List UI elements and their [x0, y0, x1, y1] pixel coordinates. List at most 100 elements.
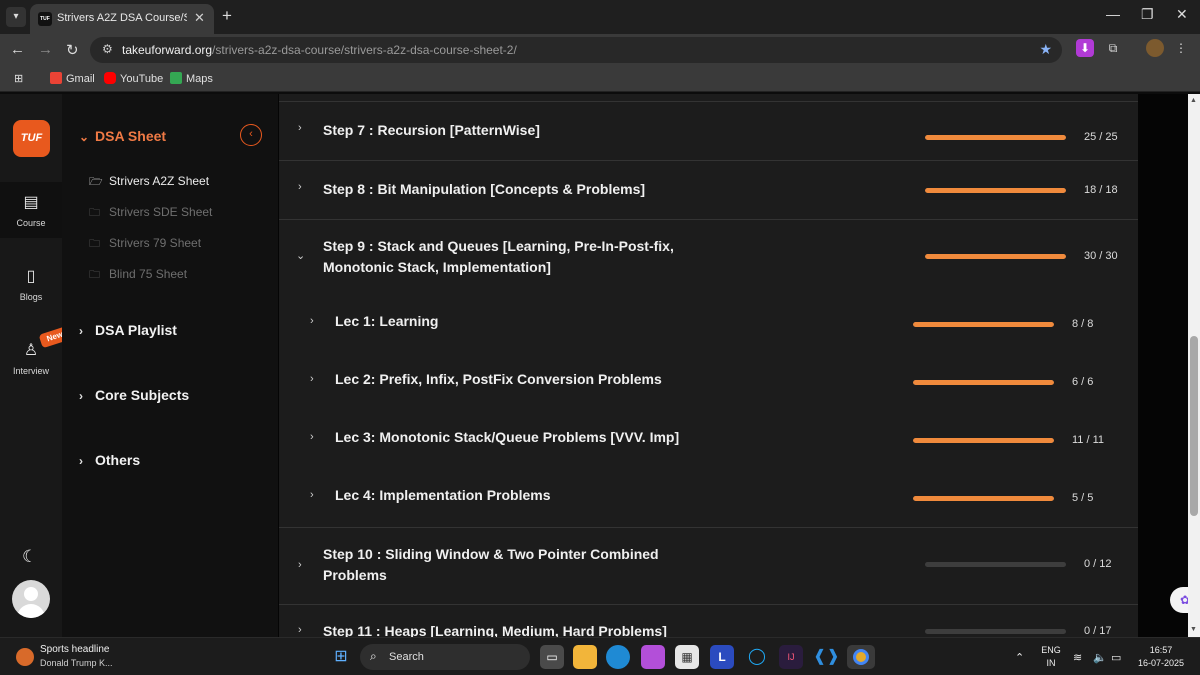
lecture-count: 8 / 8 [1072, 318, 1094, 330]
sidebar-section-core-subjects[interactable]: › Core Subjects [79, 387, 189, 403]
sidebar-item-strivers-79-sheet[interactable]: 🗀 Strivers 79 Sheet [89, 235, 201, 254]
youtube-icon [104, 72, 116, 84]
scroll-down-icon[interactable]: ▼ [1190, 626, 1197, 633]
reload-icon[interactable]: ↻ [66, 41, 79, 59]
rail-item-course[interactable]: ▤ Course [0, 182, 62, 238]
taskbar-search[interactable]: ⌕ Search [360, 644, 530, 670]
address-bar[interactable]: ⚙ takeuforward.org/strivers-a2z-dsa-cour… [90, 37, 1062, 63]
search-icon: ⌕ [370, 649, 377, 663]
new-tab-icon[interactable]: + [222, 6, 232, 26]
search-label: Search [389, 651, 424, 663]
copilot-icon[interactable] [641, 645, 665, 669]
vscode-icon[interactable]: ❰❱ [813, 645, 840, 669]
blogs-icon: ▯ [26, 268, 36, 285]
step-title-line-2: Monotonic Stack, Implementation] [323, 259, 551, 275]
chevron-right-icon: › [310, 315, 314, 327]
tab-search-icon[interactable]: ▾ [6, 7, 26, 27]
clock-date[interactable]: 16-07-2025 [1135, 658, 1187, 668]
extensions-icon[interactable]: ⧉ [1104, 39, 1122, 57]
step-row-10[interactable]: › Step 10 : Sliding Window & Two Pointer… [279, 528, 1138, 605]
scrollbar-thumb[interactable] [1190, 336, 1198, 516]
l-app-icon[interactable]: L [710, 645, 734, 669]
step-row-8[interactable]: › Step 8 : Bit Manipulation [Concepts & … [279, 161, 1138, 220]
folder-open-icon: 🗁 [89, 176, 103, 188]
rail-item-label: Blogs [19, 292, 43, 302]
bookmark-gmail[interactable]: Gmail [50, 72, 95, 85]
step-count: 25 / 25 [1084, 131, 1118, 143]
alexa-icon[interactable]: ◯ [745, 645, 769, 669]
chrome-icon[interactable] [847, 645, 875, 669]
rail-item-interview[interactable]: ♙ Interview [0, 340, 62, 376]
battery-icon[interactable]: ▭ [1111, 651, 1121, 664]
volume-icon[interactable]: 🔈 [1093, 651, 1107, 664]
language-bottom[interactable]: IN [1040, 658, 1062, 668]
page-scrollbar[interactable]: ▲ ▼ [1188, 94, 1200, 637]
sidebar-item-blind-75-sheet[interactable]: 🗀 Blind 75 Sheet [89, 266, 187, 285]
step-row-previous [279, 94, 1138, 102]
folder-icon: 🗀 [89, 269, 100, 281]
apps-grid-icon[interactable]: ⊞ [14, 72, 23, 85]
wifi-icon[interactable]: ≋ [1073, 651, 1082, 664]
lecture-count: 6 / 6 [1072, 376, 1094, 388]
sidebar-section-others[interactable]: › Others [79, 452, 140, 468]
bookmark-maps[interactable]: Maps [170, 72, 213, 85]
news-icon[interactable] [16, 648, 34, 666]
rail-item-label: Course [16, 218, 46, 228]
sidebar-item-strivers-sde-sheet[interactable]: 🗀 Strivers SDE Sheet [89, 204, 212, 223]
restore-icon[interactable]: ❐ [1141, 6, 1154, 23]
download-extension-icon[interactable]: ⬇ [1076, 39, 1094, 57]
chevron-down-icon: ⌄ [79, 130, 90, 144]
step-row-7[interactable]: › Step 7 : Recursion [PatternWise] 25 / … [279, 102, 1138, 161]
lecture-title: Lec 3: Monotonic Stack/Queue Problems [V… [335, 429, 680, 445]
tuf-logo[interactable]: TUF [13, 120, 50, 157]
step-row-11[interactable]: › Step 11 : Heaps [Learning, Medium, Har… [279, 605, 1138, 637]
chevron-down-icon: ⌄ [296, 250, 306, 262]
bookmark-star-icon[interactable]: ★ [1039, 41, 1052, 58]
step-header[interactable]: ⌄ Step 9 : Stack and Queues [Learning, P… [279, 220, 1138, 292]
sidebar-section-dsa-sheet[interactable]: ⌄ DSA Sheet [79, 128, 166, 144]
forward-icon[interactable]: → [38, 41, 53, 58]
edge-icon[interactable] [606, 645, 630, 669]
sidebar-item-strivers-a2z-sheet[interactable]: 🗁 Strivers A2Z Sheet [89, 173, 209, 192]
lecture-row-3[interactable]: › Lec 3: Monotonic Stack/Queue Problems … [279, 422, 1138, 452]
bookmark-youtube[interactable]: YouTube [104, 72, 163, 85]
user-avatar[interactable] [12, 580, 50, 618]
sidebar-section-dsa-playlist[interactable]: › DSA Playlist [79, 322, 177, 338]
task-view-icon[interactable]: ▭ [540, 645, 564, 669]
step-count: 18 / 18 [1084, 184, 1118, 196]
step-progress-bar [925, 135, 1066, 140]
news-headline[interactable]: Sports headline [40, 644, 110, 655]
browser-tab[interactable]: TUF Strivers A2Z DSA Course/Sheet ✕ [30, 4, 214, 34]
lecture-row-2[interactable]: › Lec 2: Prefix, Infix, PostFix Conversi… [279, 364, 1138, 394]
tab-close-icon[interactable]: ✕ [194, 10, 205, 26]
gmail-icon [50, 72, 62, 84]
profile-avatar-icon[interactable] [1146, 39, 1164, 57]
lecture-progress-bar [913, 438, 1054, 443]
step-progress-bar [925, 254, 1066, 259]
scroll-up-icon[interactable]: ▲ [1190, 97, 1197, 104]
jetbrains-icon[interactable]: IJ [779, 645, 803, 669]
language-top[interactable]: ENG [1040, 645, 1062, 655]
lecture-title: Lec 2: Prefix, Infix, PostFix Conversion… [335, 371, 662, 387]
collapse-sidebar-icon[interactable]: ‹ [240, 124, 262, 146]
chevron-right-icon: › [310, 373, 314, 385]
rail-item-label: Interview [12, 366, 49, 376]
store-icon[interactable]: ▦ [675, 645, 699, 669]
window-close-icon[interactable]: ✕ [1176, 6, 1188, 23]
minimize-icon[interactable]: — [1106, 6, 1120, 22]
dark-mode-moon-icon[interactable]: ☾ [22, 547, 37, 567]
chevron-right-icon: › [310, 489, 314, 501]
more-menu-icon[interactable]: ⋮ [1172, 39, 1190, 57]
lecture-row-4[interactable]: › Lec 4: Implementation Problems 5 / 5 [279, 480, 1138, 510]
windows-start-icon[interactable]: ⊞ [329, 645, 353, 669]
step-count: 0 / 17 [1084, 625, 1112, 637]
tray-overflow-icon[interactable]: ⌃ [1015, 651, 1024, 664]
step-title-line-1: Step 9 : Stack and Queues [Learning, Pre… [323, 238, 674, 254]
clock-time[interactable]: 16:57 [1135, 645, 1187, 655]
news-subtitle[interactable]: Donald Trump K... [40, 658, 113, 668]
lecture-row-1[interactable]: › Lec 1: Learning 8 / 8 [279, 306, 1138, 336]
file-explorer-icon[interactable] [573, 645, 597, 669]
site-info-icon[interactable]: ⚙ [102, 42, 113, 56]
rail-item-blogs[interactable]: ▯ Blogs [0, 266, 62, 302]
back-icon[interactable]: ← [10, 41, 25, 58]
